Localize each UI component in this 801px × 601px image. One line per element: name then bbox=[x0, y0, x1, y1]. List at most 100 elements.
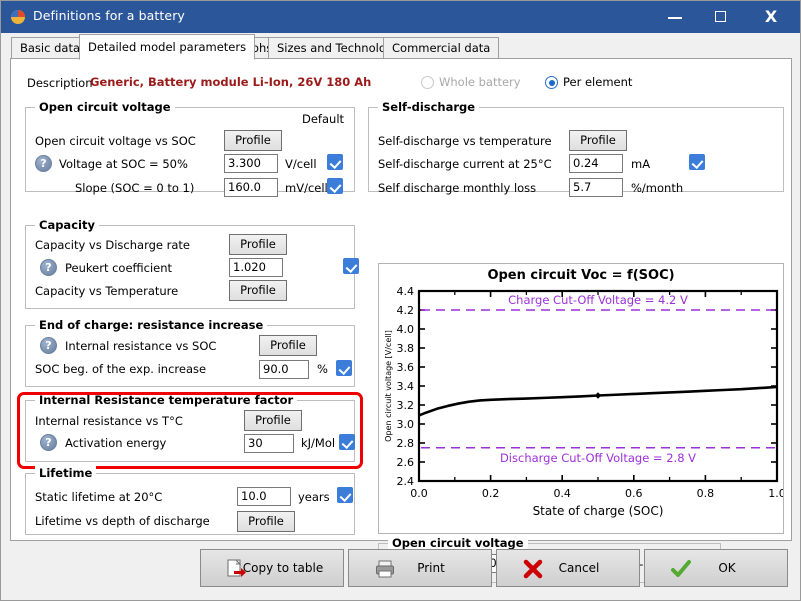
tab-content-panel: Description Generic, Battery module Li-I… bbox=[10, 58, 792, 583]
lifetime-vs-dod-profile-button[interactable]: Profile bbox=[237, 511, 295, 532]
group-end-of-charge: End of charge: resistance increase Inter… bbox=[25, 318, 355, 387]
group-internal-resistance-temperature-factor-title: Internal Resistance temperature factor bbox=[35, 393, 298, 407]
svg-text:0.4: 0.4 bbox=[553, 487, 571, 500]
group-lifetime: Lifetime Static lifetime at 20°C 10.0 ye… bbox=[25, 466, 355, 535]
svg-text:2.8: 2.8 bbox=[397, 437, 415, 450]
slope-default-checkbox[interactable] bbox=[327, 178, 343, 194]
copy-to-table-label: Copy to table bbox=[242, 561, 324, 575]
close-button[interactable]: X bbox=[748, 1, 794, 33]
soc-begin-default-checkbox[interactable] bbox=[336, 360, 352, 376]
chart-title: Open circuit Voc = f(SOC) bbox=[487, 268, 675, 283]
svg-text:3.8: 3.8 bbox=[397, 342, 415, 355]
capacity-vs-temperature-label: Capacity vs Temperature bbox=[35, 284, 179, 298]
group-ocv-readout-title: Open circuit voltage bbox=[388, 536, 528, 550]
cancel-button[interactable]: Cancel bbox=[496, 549, 640, 587]
help-icon-activation-energy[interactable] bbox=[40, 434, 57, 451]
voltage-at-soc-unit: V/cell bbox=[285, 157, 317, 171]
ok-label: OK bbox=[718, 561, 736, 575]
static-lifetime-input[interactable]: 10.0 bbox=[237, 487, 291, 506]
group-capacity-title: Capacity bbox=[35, 218, 99, 232]
tab-basic-data[interactable]: Basic data bbox=[11, 37, 90, 59]
self-discharge-vs-temperature-profile-button[interactable]: Profile bbox=[569, 130, 627, 151]
svg-text:0.0: 0.0 bbox=[410, 487, 428, 500]
tab-commercial-data[interactable]: Commercial data bbox=[383, 37, 500, 59]
tab-strip: Basic data Detailed model parameters Gra… bbox=[2, 33, 800, 60]
voltage-at-soc-input[interactable]: 3.300 bbox=[224, 154, 278, 173]
capacity-vs-temperature-profile-button[interactable]: Profile bbox=[229, 280, 287, 301]
self-discharge-current-unit: mA bbox=[631, 157, 651, 171]
svg-text:0.8: 0.8 bbox=[697, 487, 715, 500]
group-lifetime-title: Lifetime bbox=[35, 466, 97, 480]
group-self-discharge-title: Self-discharge bbox=[378, 100, 480, 114]
print-label: Print bbox=[417, 561, 445, 575]
voltage-at-soc-default-checkbox[interactable] bbox=[327, 154, 343, 170]
self-discharge-current-default-checkbox[interactable] bbox=[689, 154, 705, 170]
print-button[interactable]: Print bbox=[348, 549, 492, 587]
svg-text:Open circuit voltage [V/cell]: Open circuit voltage [V/cell] bbox=[384, 330, 393, 442]
self-discharge-monthly-loss-input[interactable]: 5.7 bbox=[569, 178, 623, 197]
maximize-button[interactable] bbox=[698, 1, 744, 33]
ocv-vs-soc-profile-button[interactable]: Profile bbox=[224, 130, 282, 151]
activation-energy-default-checkbox[interactable] bbox=[339, 434, 355, 450]
group-open-circuit-voltage-title: Open circuit voltage bbox=[35, 100, 175, 114]
svg-text:3.0: 3.0 bbox=[397, 418, 415, 431]
svg-text:Charge Cut-Off Voltage = 4.2 V: Charge Cut-Off Voltage = 4.2 V bbox=[508, 293, 688, 307]
self-discharge-current-input[interactable]: 0.24 bbox=[569, 154, 623, 173]
group-capacity: Capacity Capacity vs Discharge rate Prof… bbox=[25, 218, 359, 309]
radio-whole-battery-label: Whole battery bbox=[439, 75, 521, 89]
group-end-of-charge-title: End of charge: resistance increase bbox=[35, 318, 268, 332]
cancel-label: Cancel bbox=[558, 561, 600, 575]
svg-text:4.0: 4.0 bbox=[397, 323, 415, 336]
svg-text:3.4: 3.4 bbox=[397, 380, 415, 393]
static-lifetime-default-checkbox[interactable] bbox=[337, 487, 353, 503]
ocv-vs-soc-label: Open circuit voltage vs SOC bbox=[35, 134, 196, 148]
help-icon-voltage-at-soc[interactable] bbox=[35, 155, 52, 172]
svg-text:3.2: 3.2 bbox=[397, 399, 415, 412]
copy-to-table-button[interactable]: Copy to table bbox=[200, 549, 344, 587]
svg-text:1.0: 1.0 bbox=[768, 487, 783, 500]
voltage-at-soc-label: Voltage at SOC = 50% bbox=[59, 157, 188, 171]
title-bar: Definitions for a battery X bbox=[1, 1, 800, 33]
static-lifetime-unit: years bbox=[298, 490, 330, 504]
battery-app-icon bbox=[11, 10, 25, 24]
slope-input[interactable]: 160.0 bbox=[224, 178, 278, 197]
minimize-icon bbox=[668, 17, 682, 19]
internal-resistance-vs-temperature-label: Internal resistance vs T°C bbox=[35, 414, 183, 428]
internal-resistance-vs-soc-profile-button[interactable]: Profile bbox=[259, 335, 317, 356]
peukert-coefficient-label: Peukert coefficient bbox=[65, 261, 173, 275]
svg-text:3.6: 3.6 bbox=[397, 361, 415, 374]
close-icon: X bbox=[764, 7, 778, 26]
self-discharge-current-label: Self-discharge current at 25°C bbox=[378, 157, 552, 171]
description-value: Generic, Battery module Li-Ion, 26V 180 … bbox=[90, 75, 372, 89]
help-icon-internal-resistance-vs-soc[interactable] bbox=[40, 337, 57, 354]
radio-whole-battery-indicator[interactable] bbox=[421, 76, 434, 89]
capacity-vs-discharge-rate-profile-button[interactable]: Profile bbox=[229, 234, 287, 255]
svg-text:4.4: 4.4 bbox=[397, 285, 415, 298]
svg-text:2.6: 2.6 bbox=[397, 456, 415, 469]
ok-button[interactable]: OK bbox=[644, 549, 788, 587]
lifetime-vs-dod-label: Lifetime vs depth of discharge bbox=[35, 514, 210, 528]
activation-energy-input[interactable]: 30 bbox=[244, 434, 294, 453]
radio-per-element-indicator[interactable] bbox=[545, 76, 558, 89]
peukert-coefficient-input[interactable]: 1.020 bbox=[229, 258, 283, 277]
self-discharge-monthly-loss-unit: %/month bbox=[631, 181, 684, 195]
minimize-button[interactable] bbox=[652, 1, 698, 33]
group-internal-resistance-temperature-factor: Internal Resistance temperature factor I… bbox=[25, 393, 355, 462]
soc-begin-exp-increase-input[interactable]: 90.0 bbox=[259, 360, 309, 379]
default-column-header: Default bbox=[302, 112, 345, 126]
battery-definitions-window: Definitions for a battery X Basic data D… bbox=[0, 0, 801, 601]
svg-text:0.2: 0.2 bbox=[482, 487, 500, 500]
svg-text:4.2: 4.2 bbox=[397, 304, 415, 317]
help-icon-peukert[interactable] bbox=[40, 259, 57, 276]
svg-text:State of charge (SOC): State of charge (SOC) bbox=[533, 504, 664, 518]
internal-resistance-vs-temperature-profile-button[interactable]: Profile bbox=[244, 410, 302, 431]
description-label: Description bbox=[27, 76, 93, 90]
slope-label: Slope (SOC = 0 to 1) bbox=[75, 181, 195, 195]
self-discharge-monthly-loss-label: Self discharge monthly loss bbox=[378, 181, 537, 195]
soc-begin-exp-increase-unit: % bbox=[317, 362, 328, 376]
group-self-discharge: Self-discharge Self-discharge vs tempera… bbox=[368, 100, 784, 197]
tab-detailed-model-parameters[interactable]: Detailed model parameters bbox=[79, 34, 256, 60]
maximize-icon bbox=[715, 11, 726, 22]
svg-text:0.6: 0.6 bbox=[625, 487, 643, 500]
peukert-default-checkbox[interactable] bbox=[343, 258, 359, 274]
